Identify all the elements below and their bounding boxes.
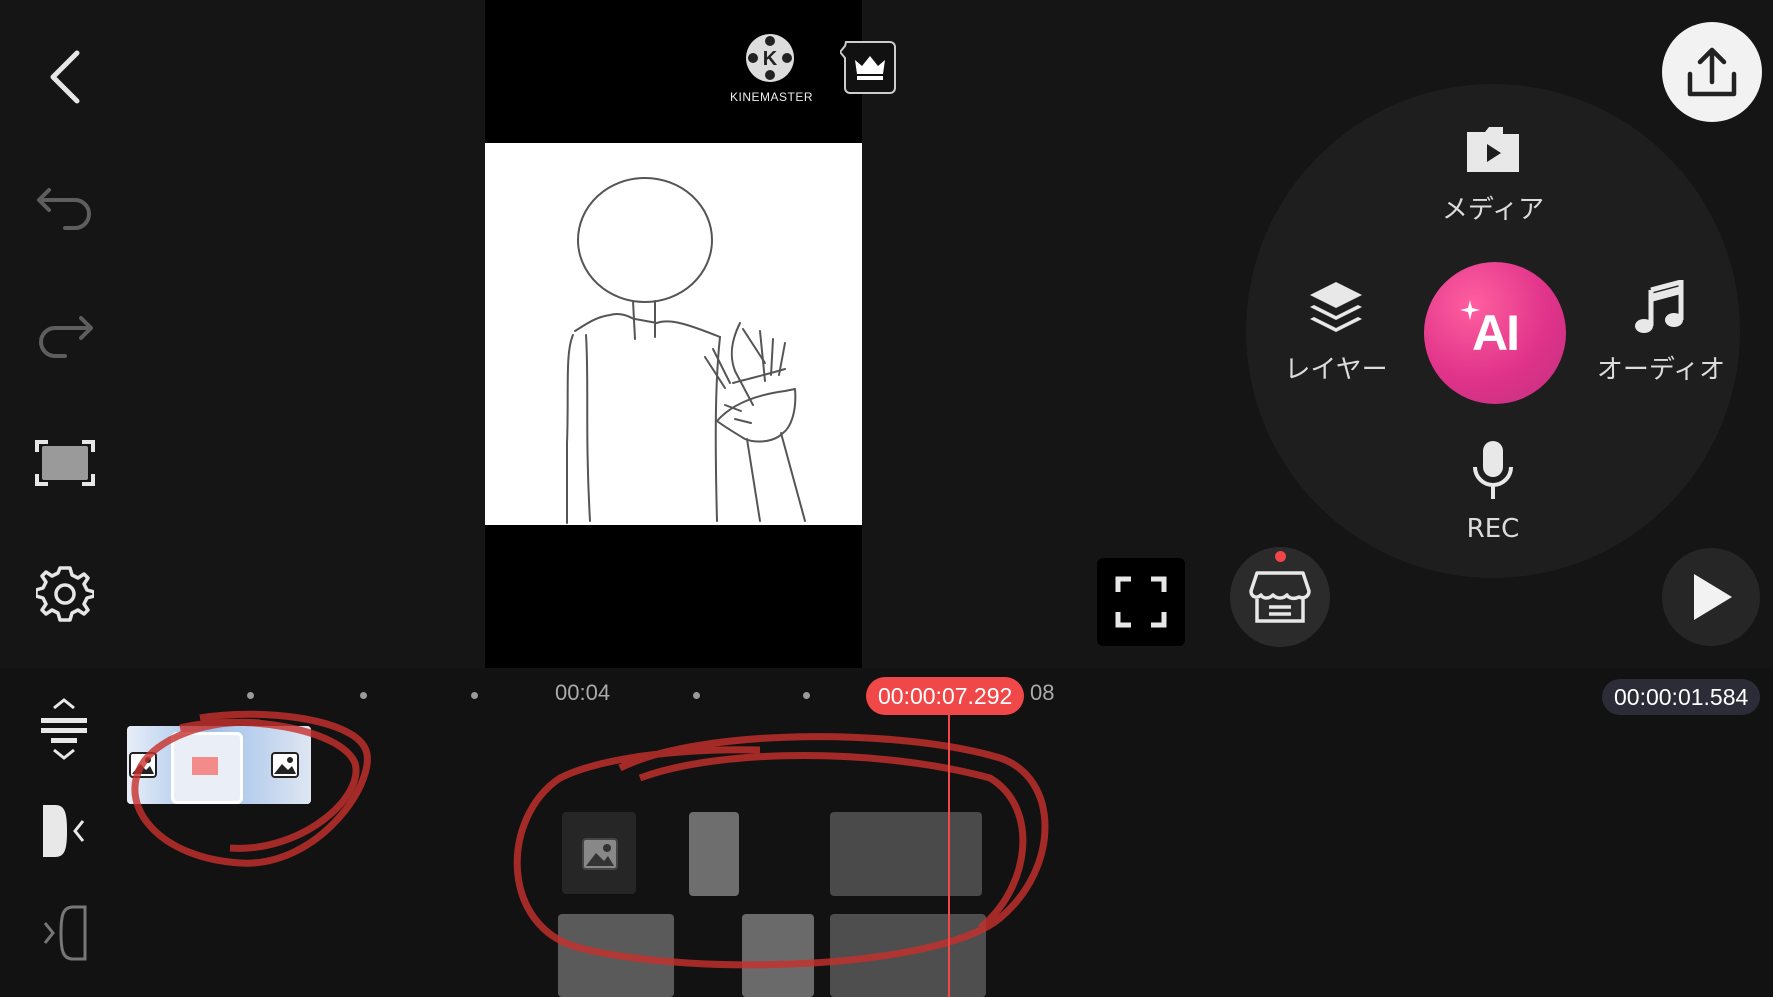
- kinemaster-watermark: K KINEMASTER: [730, 32, 814, 104]
- redo-icon: [39, 316, 93, 358]
- play-button[interactable]: [1662, 548, 1760, 646]
- audio-icon: [1635, 278, 1684, 333]
- back-icon: [50, 50, 80, 104]
- back-button[interactable]: [28, 40, 102, 114]
- export-button[interactable]: [1662, 22, 1762, 122]
- audio-label: オーディオ: [1596, 355, 1726, 385]
- audio-button[interactable]: オーディオ: [1586, 278, 1736, 386]
- redo-button[interactable]: [28, 296, 102, 370]
- mic-icon: [1473, 441, 1513, 499]
- store-icon: [1249, 571, 1311, 623]
- sparkle-icon: [1460, 300, 1480, 320]
- layer-label: レイヤー: [1284, 355, 1388, 385]
- brand-text: KINEMASTER: [730, 90, 814, 104]
- settings-button[interactable]: [28, 556, 102, 630]
- action-wheel: メディア レイヤー AI オーディオ REC: [1246, 84, 1740, 578]
- video-canvas: [485, 143, 862, 525]
- export-icon: [1687, 47, 1737, 97]
- red-marker-annotation: [131, 710, 1049, 969]
- aspect-ratio-button[interactable]: [28, 426, 102, 500]
- sketch-drawing: [566, 177, 806, 524]
- play-icon: [1694, 574, 1732, 620]
- ai-button[interactable]: AI: [1424, 262, 1566, 404]
- svg-text:K: K: [763, 48, 778, 70]
- duration-badge: 00:00:01.584: [1602, 679, 1761, 715]
- undo-button[interactable]: [28, 168, 102, 242]
- settings-icon: [36, 566, 94, 622]
- layer-icon: [1310, 282, 1362, 332]
- premium-button[interactable]: [838, 40, 896, 94]
- media-icon: [1467, 127, 1519, 172]
- playhead-line[interactable]: [948, 715, 950, 997]
- rec-button[interactable]: REC: [1446, 439, 1540, 544]
- kinemaster-logo-icon: K: [746, 34, 794, 82]
- rec-label: REC: [1466, 514, 1520, 544]
- fullscreen-icon: [1115, 576, 1167, 628]
- media-button[interactable]: メディア: [1429, 124, 1557, 226]
- layer-button[interactable]: レイヤー: [1276, 280, 1396, 386]
- asset-store-button[interactable]: [1230, 547, 1330, 647]
- notification-dot: [1275, 551, 1286, 562]
- crown-icon: [838, 41, 896, 94]
- media-label: メディア: [1441, 195, 1545, 225]
- aspect-ratio-icon: [35, 440, 95, 486]
- playhead-time-badge[interactable]: 00:00:07.292: [866, 677, 1025, 715]
- preview-area[interactable]: K KINEMASTER: [485, 0, 896, 668]
- undo-icon: [37, 188, 91, 230]
- fullscreen-button[interactable]: [1097, 558, 1185, 646]
